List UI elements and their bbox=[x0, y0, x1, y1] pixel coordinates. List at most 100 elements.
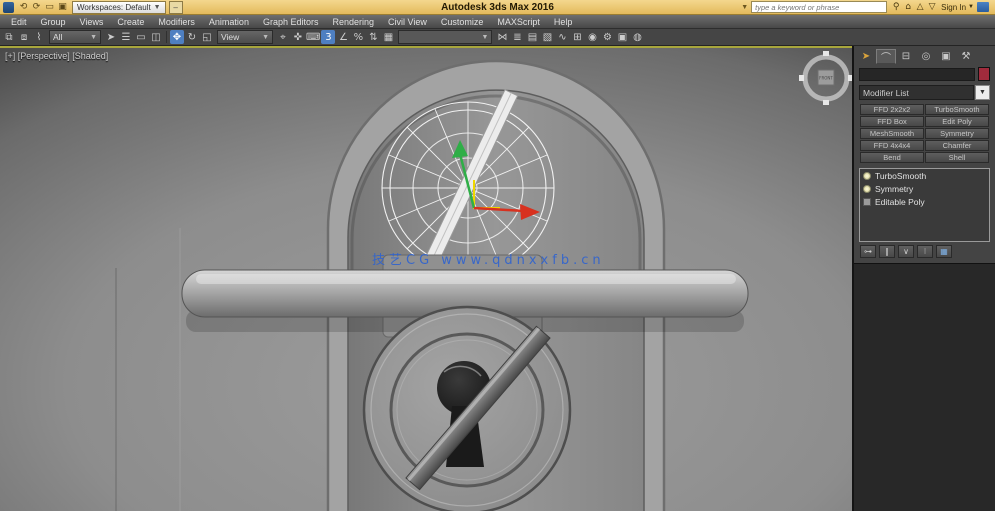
reference-coordinate-dropdown[interactable]: View ▼ bbox=[217, 30, 273, 44]
chevron-down-icon: ▼ bbox=[262, 33, 269, 41]
menu-item[interactable]: Modifiers bbox=[151, 17, 202, 27]
stack-item-icon bbox=[863, 197, 871, 206]
spinner-snap-icon[interactable]: ⇅ bbox=[366, 30, 380, 44]
menu-item[interactable]: Animation bbox=[202, 17, 256, 27]
modifier-button[interactable]: MeshSmooth bbox=[860, 128, 924, 139]
menu-item[interactable]: Edit bbox=[4, 17, 34, 27]
keyboard-override-icon[interactable]: ⌨ bbox=[306, 30, 320, 44]
main-toolbar: ⧉ ⧈ ⌇ All ▼ ➤ ☰ ▭ ◫ ✥ ↻ ◱ View ▼ ⌖ ✜ ⌨ 3 ∠% ⇅ ▦ ▼ ⋈ ≣ ▤… bbox=[0, 29, 995, 46]
modifier-button[interactable]: Shell bbox=[925, 152, 989, 163]
modifier-list-dropdown[interactable]: Modifier List bbox=[859, 85, 974, 100]
menu-item[interactable]: MAXScript bbox=[490, 17, 547, 27]
modifier-stack-toolbar: ⊶ ∥ ∨ ⁝ ▦ bbox=[854, 242, 995, 261]
rectangular-selection-icon[interactable]: ▭ bbox=[134, 30, 148, 44]
modifier-button[interactable]: FFD 2x2x2 bbox=[860, 104, 924, 115]
home-icon[interactable]: ⌂ bbox=[902, 2, 914, 13]
modifier-button[interactable]: Edit Poly bbox=[925, 116, 989, 127]
tab-motion[interactable]: ◎ bbox=[916, 49, 936, 64]
select-and-move-icon[interactable]: ✥ bbox=[170, 30, 184, 44]
unlink-selection-icon[interactable]: ⧈ bbox=[17, 30, 31, 44]
edit-named-selection-sets-icon[interactable]: ▦ bbox=[381, 30, 395, 44]
use-pivot-point-icon[interactable]: ⌖ bbox=[276, 30, 290, 44]
object-name-field[interactable] bbox=[859, 67, 975, 81]
window-crossing-icon[interactable]: ◫ bbox=[149, 30, 163, 44]
modifier-list-dropdown-button[interactable]: ▼ bbox=[975, 85, 990, 100]
modifier-button[interactable]: Chamfer bbox=[925, 140, 989, 151]
rendered-frame-icon[interactable]: ▣ bbox=[615, 30, 629, 44]
watermark-text: 技艺CG www.qdnxxfb.cn bbox=[372, 253, 605, 268]
key-info-icon[interactable] bbox=[977, 2, 989, 12]
graphite-ribbon-icon[interactable]: ▧ bbox=[540, 30, 554, 44]
quick-access-toolbar: ⟲ ⟳ ▭ ▣ Workspaces: Default ▼ – bbox=[0, 0, 183, 14]
open-file-icon[interactable]: ▭ bbox=[43, 1, 56, 13]
workspaces-dropdown[interactable]: Workspaces: Default ▼ bbox=[72, 0, 166, 14]
select-and-link-icon[interactable]: ⧉ bbox=[2, 30, 16, 44]
selection-filter-dropdown[interactable]: All ▼ bbox=[49, 30, 101, 44]
download-cloud-icon[interactable]: ▽ bbox=[926, 2, 938, 13]
bind-to-space-warp-icon[interactable]: ⌇ bbox=[32, 30, 46, 44]
menu-item[interactable]: Customize bbox=[434, 17, 491, 27]
make-unique-button[interactable]: ∨ bbox=[898, 245, 914, 258]
menu-item[interactable]: Group bbox=[34, 17, 73, 27]
tab-modify[interactable]: ⌒ bbox=[876, 49, 896, 64]
stack-item-icon bbox=[863, 184, 871, 193]
angle-snap-icon[interactable]: ∠ bbox=[336, 30, 350, 44]
chevron-down-icon[interactable]: ▼ bbox=[741, 4, 748, 11]
select-by-name-icon[interactable]: ☰ bbox=[119, 30, 133, 44]
search-icon[interactable]: ⚲ bbox=[890, 2, 902, 13]
command-panel-tabs: ➤ ⌒ ⊟ ◎ ▣ ⚒ bbox=[854, 46, 995, 64]
toolbar-collapse-button[interactable]: – bbox=[168, 0, 183, 14]
tab-hierarchy[interactable]: ⊟ bbox=[896, 49, 916, 64]
material-editor-icon[interactable]: ◉ bbox=[585, 30, 599, 44]
modifier-button[interactable]: FFD Box bbox=[860, 116, 924, 127]
named-selection-sets-combo[interactable]: ▼ bbox=[398, 30, 493, 44]
modifier-button[interactable]: TurboSmooth bbox=[925, 104, 989, 115]
render-production-icon[interactable]: ◍ bbox=[630, 30, 644, 44]
stack-item-symmetry[interactable]: Symmetry bbox=[860, 182, 989, 195]
sign-in-button[interactable]: Sign In ▼ bbox=[941, 3, 974, 12]
pin-stack-button[interactable]: ⊶ bbox=[860, 245, 876, 258]
viewport-label[interactable]: [+] [Perspective] [Shaded] bbox=[5, 51, 108, 61]
perspective-viewport[interactable]: 技艺CG www.qdnxxfb.cn FRONT [+] [Perspecti… bbox=[0, 46, 852, 511]
object-color-swatch[interactable] bbox=[978, 67, 990, 81]
select-object-icon[interactable]: ➤ bbox=[104, 30, 118, 44]
configure-modifier-sets-button[interactable]: ▦ bbox=[936, 245, 952, 258]
stack-item-turbosmooth[interactable]: TurboSmooth bbox=[860, 169, 989, 182]
redo-icon[interactable]: ⟳ bbox=[30, 1, 43, 13]
menu-item[interactable]: Help bbox=[547, 17, 580, 27]
render-setup-icon[interactable]: ⚙ bbox=[600, 30, 614, 44]
title-bar: ⟲ ⟳ ▭ ▣ Workspaces: Default ▼ – Autodesk 3d… bbox=[0, 0, 995, 15]
undo-icon[interactable]: ⟲ bbox=[17, 1, 30, 13]
select-and-manipulate-icon[interactable]: ✜ bbox=[291, 30, 305, 44]
snaps-toggle-icon[interactable]: 3 bbox=[321, 30, 336, 44]
select-and-scale-icon[interactable]: ◱ bbox=[200, 30, 214, 44]
menu-item[interactable]: Graph Editors bbox=[256, 17, 326, 27]
menu-item[interactable]: Rendering bbox=[325, 17, 381, 27]
remove-modifier-button[interactable]: ⁝ bbox=[917, 245, 933, 258]
upload-cloud-icon[interactable]: △ bbox=[914, 2, 926, 13]
tab-utilities[interactable]: ⚒ bbox=[956, 49, 976, 64]
layer-explorer-icon[interactable]: ▤ bbox=[525, 30, 539, 44]
menu-item[interactable]: Civil View bbox=[381, 17, 434, 27]
project-folder-icon[interactable]: ▣ bbox=[56, 1, 69, 13]
select-and-rotate-icon[interactable]: ↻ bbox=[185, 30, 199, 44]
tab-display[interactable]: ▣ bbox=[936, 49, 956, 64]
modifier-button[interactable]: FFD 4x4x4 bbox=[860, 140, 924, 151]
chevron-down-icon: ▼ bbox=[90, 33, 97, 41]
3ds-max-window: ⟲ ⟳ ▭ ▣ Workspaces: Default ▼ – Autodesk 3d… bbox=[0, 0, 995, 511]
menu-item[interactable]: Views bbox=[73, 17, 111, 27]
menu-item[interactable]: Create bbox=[110, 17, 151, 27]
curve-editor-icon[interactable]: ∿ bbox=[555, 30, 569, 44]
modifier-button[interactable]: Bend bbox=[860, 152, 924, 163]
modifier-button[interactable]: Symmetry bbox=[925, 128, 989, 139]
percent-snap-icon[interactable]: % bbox=[351, 30, 365, 44]
app-logo-icon[interactable] bbox=[3, 1, 14, 13]
search-input[interactable] bbox=[751, 1, 888, 13]
align-icon[interactable]: ≣ bbox=[510, 30, 524, 44]
viewcube-face-label: FRONT bbox=[819, 76, 833, 81]
mirror-icon[interactable]: ⋈ bbox=[495, 30, 509, 44]
schematic-view-icon[interactable]: ⊞ bbox=[570, 30, 584, 44]
stack-item-editable-poly[interactable]: Editable Poly bbox=[860, 195, 989, 208]
tab-create[interactable]: ➤ bbox=[856, 49, 876, 64]
show-end-result-button[interactable]: ∥ bbox=[879, 245, 895, 258]
